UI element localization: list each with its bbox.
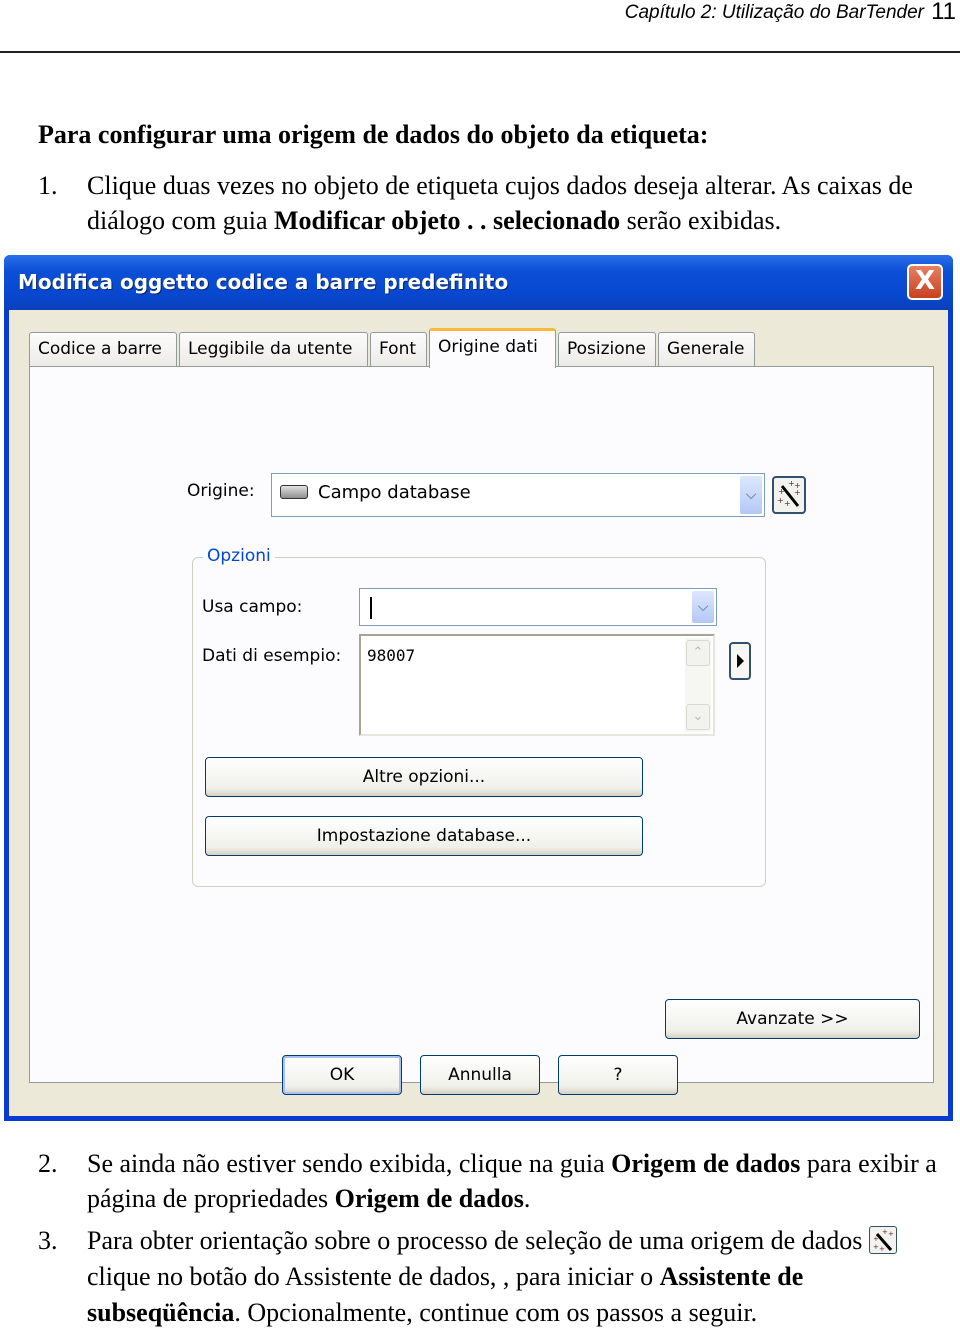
bold-term: Origem de dados bbox=[334, 1184, 524, 1213]
step-number: 1. bbox=[38, 171, 58, 200]
header-rule bbox=[0, 51, 960, 53]
tab-origine-dati[interactable]: Origine dati bbox=[429, 328, 556, 368]
svg-text:+: + bbox=[873, 1235, 879, 1243]
vertical-scrollbar[interactable]: ⌃ ⌄ bbox=[685, 638, 711, 732]
magic-wand-icon: + ++ ++ + bbox=[777, 479, 801, 508]
step-text: Se ainda não estiver sendo exibida, cliq… bbox=[87, 1146, 958, 1216]
close-icon: X bbox=[914, 266, 936, 296]
insert-field-arrow-button[interactable] bbox=[729, 642, 751, 680]
text-run: . Opcionalmente, continue com os passos … bbox=[234, 1298, 758, 1327]
text-run: Se ainda não estiver sendo exibida, cliq… bbox=[87, 1149, 612, 1178]
source-label: Origine: bbox=[187, 481, 255, 501]
close-button[interactable]: X bbox=[907, 264, 943, 300]
step-3: 3. Para obter orientação sobre o process… bbox=[38, 1223, 958, 1331]
use-field-combobox[interactable]: ⌵ bbox=[359, 588, 717, 626]
sample-data-label: Dati di esempio: bbox=[202, 646, 342, 666]
svg-text:+: + bbox=[784, 499, 791, 508]
data-wizard-button[interactable]: + + + + + + bbox=[772, 476, 806, 514]
chevron-down-icon[interactable]: ⌵ bbox=[692, 591, 714, 623]
database-icon bbox=[280, 485, 308, 499]
text-run: serão exibidas. bbox=[620, 206, 782, 235]
options-group-label: Opzioni bbox=[203, 546, 275, 566]
svg-text:+: + bbox=[879, 1245, 885, 1253]
svg-text:+: + bbox=[778, 487, 785, 496]
title-bar[interactable]: Modifica oggetto codice a barre predefin… bbox=[4, 255, 953, 310]
tab-posizione[interactable]: Posizione bbox=[558, 332, 656, 366]
step-text: Para obter orientação sobre o processo d… bbox=[87, 1223, 958, 1331]
text-caret bbox=[370, 597, 372, 619]
bold-term: Origem de dados bbox=[611, 1149, 801, 1178]
svg-text:+: + bbox=[794, 488, 801, 497]
dialog-client: Codice a barre Leggibile da utente Font … bbox=[9, 310, 948, 1116]
magic-wand-icon: + + + + + bbox=[868, 1226, 897, 1254]
step-2: 2. Se ainda não estiver sendo exibida, c… bbox=[38, 1146, 958, 1216]
source-value: Campo database bbox=[318, 482, 471, 503]
scroll-up-button[interactable]: ⌃ bbox=[686, 640, 710, 666]
help-button[interactable]: ? bbox=[558, 1055, 678, 1095]
ok-button[interactable]: OK bbox=[282, 1055, 402, 1095]
step-number: 2. bbox=[38, 1149, 58, 1178]
sample-data-value: 98007 bbox=[367, 646, 416, 665]
chapter-title: Capítulo 2: Utilização do BarTender bbox=[624, 2, 924, 23]
tab-codice-a-barre[interactable]: Codice a barre bbox=[29, 332, 177, 366]
step-number: 3. bbox=[38, 1226, 58, 1255]
sample-data-textarea[interactable]: 98007 ⌃ ⌄ bbox=[359, 634, 715, 736]
data-source-panel: Origine: Campo database ⌵ + + + + + + Opzion… bbox=[29, 366, 934, 1083]
text-run: clique no botão do Assistente de dados, … bbox=[87, 1262, 660, 1291]
svg-text:+: + bbox=[888, 1230, 894, 1238]
use-field-label: Usa campo: bbox=[202, 597, 303, 617]
step-text: Clique duas vezes no objeto de etiqueta … bbox=[87, 168, 958, 238]
source-dropdown[interactable]: Campo database ⌵ bbox=[271, 473, 765, 517]
tab-leggibile-da-utente[interactable]: Leggibile da utente bbox=[179, 332, 368, 366]
step-1: 1. Clique duas vezes no objeto de etique… bbox=[38, 168, 958, 238]
database-setup-button[interactable]: Impostazione database... bbox=[205, 816, 643, 856]
modify-object-dialog: Modifica oggetto codice a barre predefin… bbox=[4, 255, 953, 1121]
chevron-down-icon[interactable]: ⌵ bbox=[740, 476, 762, 514]
tab-font[interactable]: Font bbox=[370, 332, 427, 366]
dialog-title: Modifica oggetto codice a barre predefin… bbox=[18, 270, 509, 294]
scroll-down-button[interactable]: ⌄ bbox=[686, 704, 710, 730]
section-heading: Para configurar uma origem de dados do o… bbox=[38, 120, 709, 149]
text-run: Para obter orientação sobre o processo d… bbox=[87, 1226, 869, 1255]
text-run: . bbox=[523, 1184, 531, 1213]
page-number: 11 bbox=[931, 0, 956, 25]
more-options-button[interactable]: Altre opzioni... bbox=[205, 757, 643, 797]
advanced-button[interactable]: Avanzate >> bbox=[665, 999, 920, 1039]
tab-generale[interactable]: Generale bbox=[658, 332, 755, 366]
bold-term: Modificar objeto . . selecionado bbox=[274, 206, 621, 235]
options-group: Opzioni Usa campo: ⌵ Dati di esempio: 98… bbox=[192, 546, 766, 887]
svg-text:+: + bbox=[777, 496, 784, 505]
cancel-button[interactable]: Annulla bbox=[420, 1055, 540, 1095]
